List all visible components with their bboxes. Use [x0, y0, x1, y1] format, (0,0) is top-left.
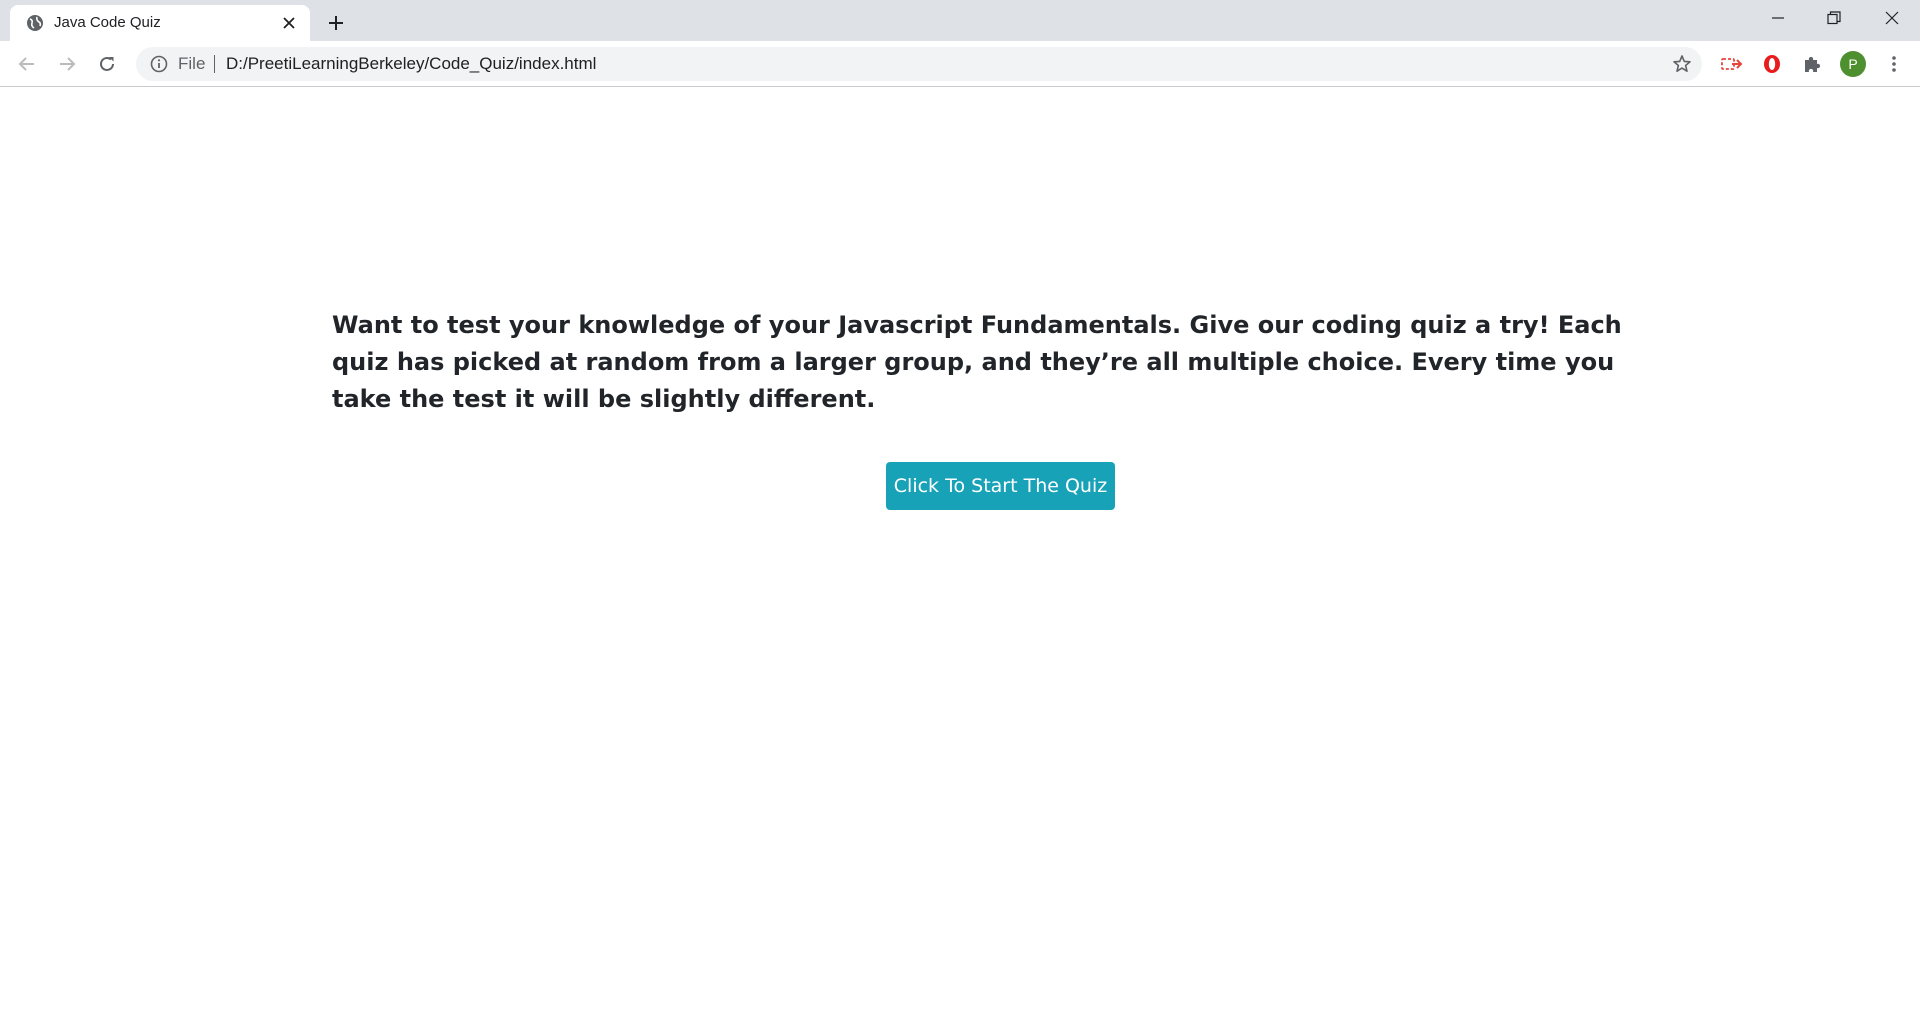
- extension-button-2[interactable]: [1758, 50, 1786, 78]
- reload-icon: [100, 56, 114, 71]
- browser-toolbar: File D:/PreetiLearningBerkeley/Code_Quiz…: [0, 41, 1920, 87]
- tab-strip: Java Code Quiz: [0, 0, 1920, 41]
- minimize-button[interactable]: [1750, 0, 1806, 36]
- start-quiz-button[interactable]: Click To Start The Quiz: [886, 462, 1115, 510]
- arrow-left-icon: [18, 57, 34, 71]
- restore-icon: [1827, 11, 1841, 25]
- address-scheme: File: [178, 54, 206, 73]
- arrow-right-icon: [60, 57, 76, 71]
- intro-text: Want to test your knowledge of your Java…: [332, 311, 1622, 413]
- cast-arrow-icon: [1721, 58, 1743, 70]
- restore-button[interactable]: [1806, 0, 1862, 36]
- star-icon[interactable]: [1672, 54, 1692, 74]
- menu-button[interactable]: [1880, 50, 1908, 78]
- address-url[interactable]: D:/PreetiLearningBerkeley/Code_Quiz/inde…: [226, 54, 596, 74]
- info-icon[interactable]: [150, 55, 168, 73]
- address-bar[interactable]: File D:/PreetiLearningBerkeley/Code_Quiz…: [136, 47, 1702, 81]
- extension-button-1[interactable]: [1718, 50, 1746, 78]
- globe-icon: [26, 14, 44, 32]
- plus-icon: [329, 16, 343, 30]
- puzzle-icon: [1805, 56, 1821, 72]
- forward-button[interactable]: [53, 50, 81, 78]
- avatar[interactable]: P: [1840, 51, 1866, 77]
- close-icon: [1885, 11, 1899, 25]
- new-tab-button[interactable]: [322, 9, 350, 37]
- opera-icon: [1764, 55, 1780, 73]
- back-button[interactable]: [13, 50, 41, 78]
- page-content: Want to test your knowledge of your Java…: [0, 88, 1920, 1030]
- close-window-button[interactable]: [1864, 0, 1920, 36]
- reload-button[interactable]: [93, 50, 121, 78]
- browser-tab[interactable]: Java Code Quiz: [10, 5, 310, 41]
- tab-close-icon[interactable]: [280, 14, 298, 32]
- tab-title: Java Code Quiz: [54, 14, 161, 31]
- address-separator: [214, 55, 215, 73]
- kebab-menu-icon: [1892, 56, 1896, 72]
- minimize-icon: [1772, 17, 1784, 19]
- extensions-button[interactable]: [1798, 50, 1826, 78]
